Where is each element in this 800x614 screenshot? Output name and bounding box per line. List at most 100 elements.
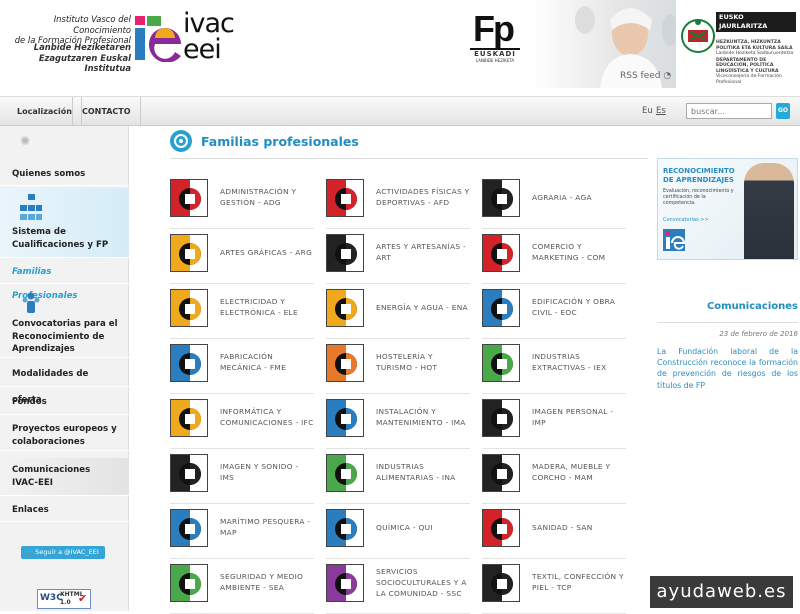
fp-logo-sub: EUSKADI (474, 50, 516, 58)
search-input[interactable] (686, 103, 772, 119)
comunicaciones-divider (657, 322, 798, 323)
fp-logo-sub2: LANBIDE HEZIKETA (475, 58, 515, 63)
watermark: ayudaweb.es (650, 576, 793, 608)
twitter-bird-icon: 🐦 (25, 548, 36, 556)
energy-water-icon (326, 289, 364, 327)
electricity-icon (170, 289, 208, 327)
sidebar-item-proyectos[interactable]: Proyectos europeos y colaboraciones (0, 417, 129, 451)
banner-link[interactable]: Convocatorias >> (663, 217, 709, 223)
rss-icon: ◔ (663, 71, 672, 81)
families-icon (170, 130, 192, 152)
family-item[interactable]: EDIFICACIÓN Y OBRA CIVIL - EOC (482, 287, 626, 339)
sidebar-item-sistema-cualificaciones[interactable]: Sistema de Cualificaciones y FP (0, 188, 129, 258)
family-item[interactable]: SANIDAD - SAN (482, 507, 626, 559)
family-label: ARTES GRÁFICAS - ARG (220, 247, 313, 257)
family-label: FABRICACIÓN MECÁNICA - FME (220, 352, 287, 372)
banner-title: RECONOCIMIENTO DE APRENDIZAJES (663, 167, 735, 184)
family-item[interactable]: TEXTIL, CONFECCIÓN Y PIEL - TCP (482, 562, 626, 614)
ivac-logo-text: ivac (183, 8, 235, 39)
gov-department: HEZKUNTZA, HIZKUNTZA POLITIKA ETA KULTUR… (716, 40, 800, 85)
page-title: Familias profesionales (201, 134, 359, 149)
family-item[interactable]: ENERGÍA Y AGUA - ENA (326, 287, 470, 339)
family-item[interactable]: ADMINISTRACIÓN Y GESTIÓN - ADG (170, 177, 314, 229)
computing-icon (170, 399, 208, 437)
family-item[interactable]: QUÍMICA - QUI (326, 507, 470, 559)
nav-localizacion[interactable]: Localización (8, 97, 82, 126)
family-item[interactable]: IMAGEN PERSONAL - IMP (482, 397, 626, 449)
personal-image-icon (482, 399, 520, 437)
family-item[interactable]: IMAGEN Y SONIDO - IMS (170, 452, 314, 504)
environment-icon (170, 564, 208, 602)
banner-subtitle: Evaluación, reconocimiento y certificaci… (663, 189, 734, 206)
sports-icon (326, 179, 364, 217)
family-item[interactable]: AGRARIA - AGA (482, 177, 626, 229)
family-label: ADMINISTRACIÓN Y GESTIÓN - ADG (220, 187, 297, 207)
sidebar-item-convocatorias[interactable]: Convocatorias para el Reconocimiento de … (0, 286, 129, 358)
building-icon (482, 289, 520, 327)
commerce-icon (482, 234, 520, 272)
xhtml-version: 1.0 (60, 599, 71, 606)
hierarchy-icon (20, 194, 42, 220)
family-item[interactable]: FABRICACIÓN MECÁNICA - FME (170, 342, 314, 394)
gov-dept-line: DEPARTAMENTO DE EDUCACIÓN, POLÍTICA LING… (716, 57, 779, 74)
gear-icon (170, 344, 208, 382)
businessman-image (744, 163, 794, 259)
family-item[interactable]: INDUSTRIAS EXTRACTIVAS - IEX (482, 342, 626, 394)
family-item[interactable]: ELECTRICIDAD Y ELECTRÓNICA - ELE (170, 287, 314, 339)
film-reel-icon (170, 454, 208, 492)
family-item[interactable]: ARTES GRÁFICAS - ARG (170, 232, 314, 284)
institute-line: Ezagutzaren Euskal Institutua (38, 52, 131, 74)
textile-icon (482, 564, 520, 602)
family-item[interactable]: INFORMÁTICA Y COMUNICACIONES - IFC (170, 397, 314, 449)
family-item[interactable]: ARTES Y ARTESANÍAS - ART (326, 232, 470, 284)
maritime-icon (170, 509, 208, 547)
food-industry-icon (326, 454, 364, 492)
family-label: COMERCIO Y MARKETING - COM (532, 242, 606, 262)
lang-es[interactable]: Es (656, 106, 666, 116)
sidebar-item-familias-profesionales[interactable]: Familias Profesionales (0, 260, 129, 301)
hospitality-icon (326, 344, 364, 382)
search-go-button[interactable]: GO (776, 103, 790, 119)
ie-logo-icon[interactable] (133, 14, 185, 62)
fp-euskadi-logo[interactable]: Fp EUSKADI LANBIDE HEZIKETA (470, 10, 526, 70)
family-item[interactable]: SERVICIOS SOCIOCULTURALES Y A LA COMUNID… (326, 562, 470, 614)
news-link[interactable]: La Fundación laboral de la Construcción … (657, 346, 798, 391)
rss-label: RSS feed (620, 71, 661, 81)
family-item[interactable]: INDUSTRIAS ALIMENTARIAS - INA (326, 452, 470, 504)
family-label: EDIFICACIÓN Y OBRA CIVIL - EOC (532, 297, 616, 317)
gov-dept-line: Lanbide Heziketa Sailburuordetza (716, 51, 794, 56)
family-label: INDUSTRIAS EXTRACTIVAS - IEX (532, 352, 607, 372)
sidebar-item-label: Convocatorias para el Reconocimiento de … (12, 319, 118, 354)
family-label: ELECTRICIDAD Y ELECTRÓNICA - ELE (220, 297, 298, 317)
family-label: ARTES Y ARTESANÍAS - ART (376, 242, 466, 262)
sidebar-item-modalidades[interactable]: Modalidades de oferta (0, 361, 129, 405)
family-label: INFORMÁTICA Y COMUNICACIONES - IFC (220, 407, 314, 427)
w3c-xhtml-badge[interactable]: W3C XHTML 1.0 ✔ (37, 589, 91, 609)
rss-feed-link[interactable]: RSS feed ◔ (620, 71, 671, 81)
family-item[interactable]: COMERCIO Y MARKETING - COM (482, 232, 626, 284)
community-icon (326, 564, 364, 602)
family-label: IMAGEN Y SONIDO - IMS (220, 462, 299, 482)
family-item[interactable]: ACTIVIDADES FÍSICAS Y DEPORTIVAS - AFD (326, 177, 470, 229)
family-label: AGRARIA - AGA (532, 192, 592, 202)
family-label: QUÍMICA - QUI (376, 522, 433, 532)
sun-icon: ✺ (20, 134, 31, 148)
sidebar-item-quienes-somos[interactable]: Quienes somos (0, 162, 129, 186)
lang-eu[interactable]: Eu (642, 106, 653, 116)
family-item[interactable]: HOSTELERÍA Y TURISMO - HOT (326, 342, 470, 394)
family-item[interactable]: MADERA, MUEBLE Y CORCHO - MAM (482, 452, 626, 504)
gov-dept-line: HEZKUNTZA, HIZKUNTZA POLITIKA ETA KULTUR… (716, 40, 793, 51)
sidebar-item-comunicaciones[interactable]: Comunicaciones IVAC-EEI (0, 458, 129, 496)
twitter-follow-button[interactable]: 🐦 Seguir a @IVAC_EEI (21, 546, 105, 559)
family-item[interactable]: INSTALACIÓN Y MANTENIMIENTO - IMA (326, 397, 470, 449)
reconocimiento-banner[interactable]: RECONOCIMIENTO DE APRENDIZAJES Evaluació… (657, 158, 798, 260)
family-label: HOSTELERÍA Y TURISMO - HOT (376, 352, 438, 372)
nav-contacto[interactable]: CONTACTO (72, 97, 141, 126)
institute-line: Instituto Vasco del Conocimiento (53, 14, 131, 35)
sidebar-item-fondos[interactable]: Fondos (0, 389, 129, 415)
sidebar-item-enlaces[interactable]: Enlaces (0, 498, 129, 522)
crafts-icon (326, 234, 364, 272)
family-item[interactable]: MARÍTIMO PESQUERA - MAP (170, 507, 314, 559)
family-item[interactable]: SEGURIDAD Y MEDIO AMBIENTE - SEA (170, 562, 314, 614)
family-label: SANIDAD - SAN (532, 522, 593, 532)
